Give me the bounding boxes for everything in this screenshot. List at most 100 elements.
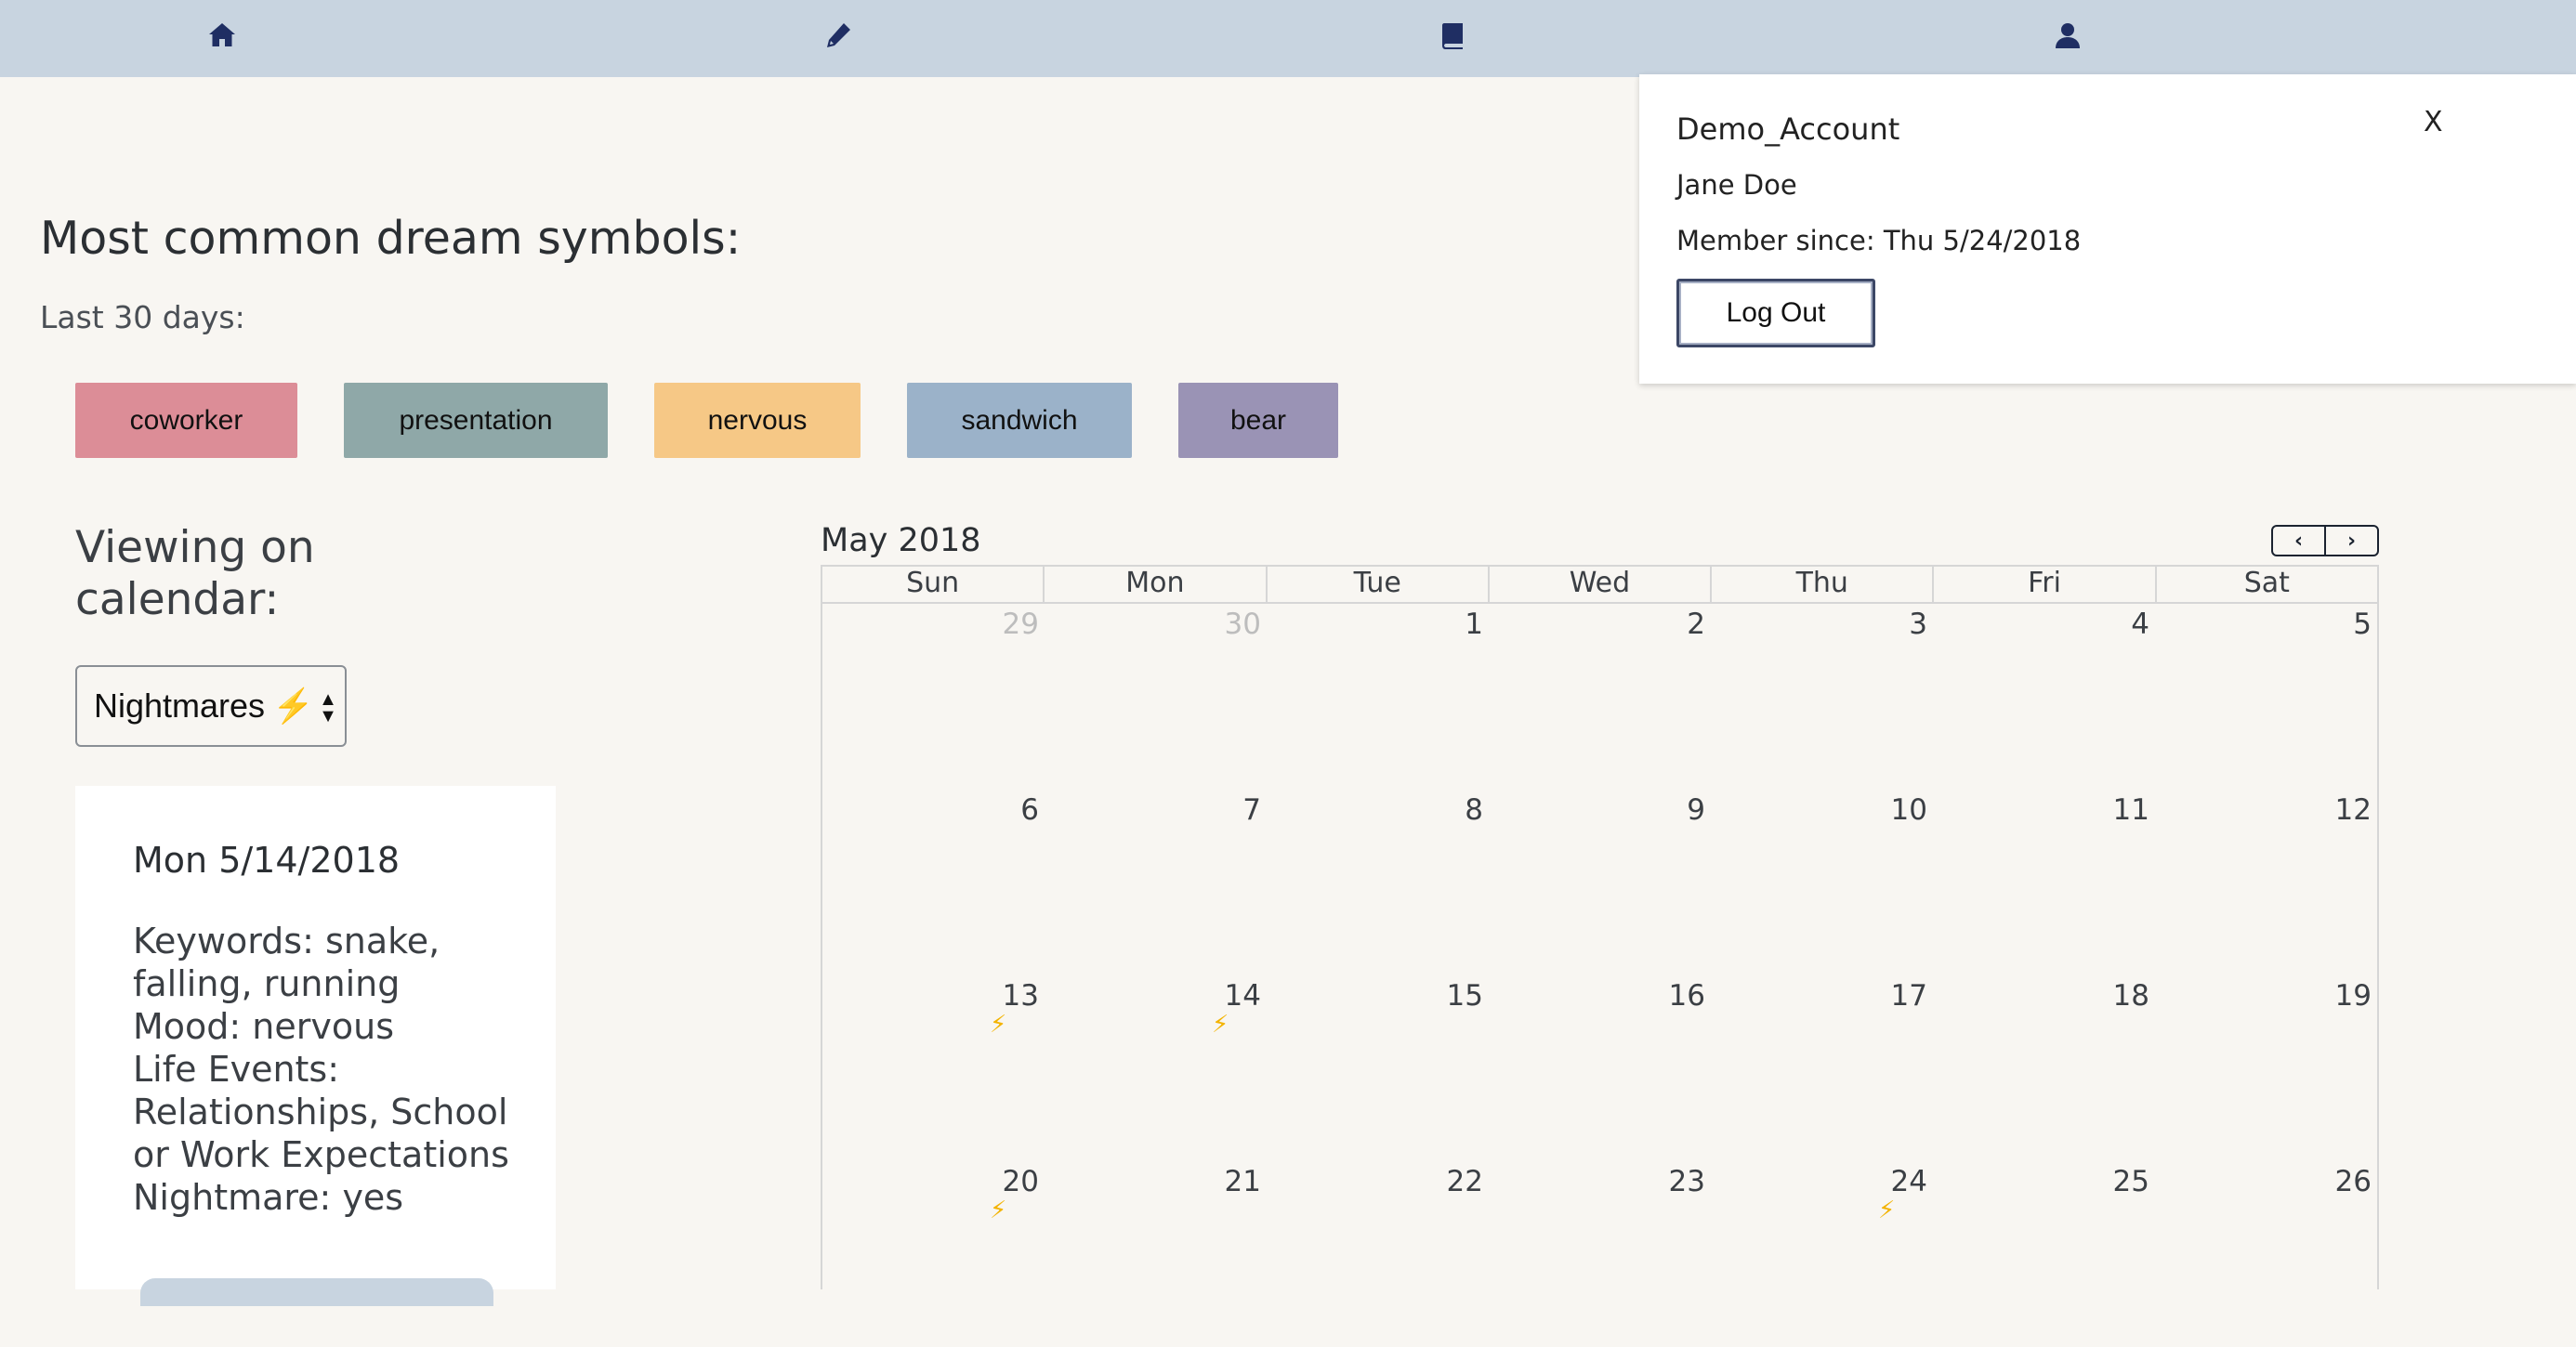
symbol-chip[interactable]: presentation bbox=[344, 383, 608, 458]
calendar-header: Sun Mon Tue Wed Thu Fri Sat bbox=[822, 565, 2377, 604]
calendar-day-of-week: Tue bbox=[1265, 567, 1488, 602]
calendar-day-number: 29 bbox=[1002, 608, 1039, 641]
calendar-day[interactable]: 7 bbox=[1045, 790, 1267, 975]
calendar-day[interactable]: 29 bbox=[822, 604, 1045, 790]
calendar-day[interactable]: 30 bbox=[1045, 604, 1267, 790]
calendar-day-number: 3 bbox=[1909, 608, 1927, 641]
calendar-day[interactable]: 26 bbox=[2155, 1161, 2377, 1347]
calendar-day-number: 6 bbox=[1020, 793, 1039, 827]
calendar-day-of-week: Fri bbox=[1932, 567, 2154, 602]
symbol-chip[interactable]: nervous bbox=[654, 383, 861, 458]
symbol-chip[interactable]: bear bbox=[1178, 383, 1338, 458]
calendar-day-of-week: Wed bbox=[1487, 567, 1710, 602]
calendar-week: 29 30 1 2 3 4 5 bbox=[822, 604, 2377, 790]
calendar-title: May 2018 bbox=[821, 522, 981, 559]
calendar-day[interactable]: 24 ⚡ bbox=[1711, 1161, 1933, 1347]
account-full-name: Jane Doe bbox=[1676, 169, 1797, 201]
calendar-day-number: 21 bbox=[1224, 1165, 1261, 1198]
calendar-prev-button[interactable]: ‹ bbox=[2273, 527, 2324, 555]
dream-detail-action-button[interactable] bbox=[140, 1278, 493, 1306]
calendar-day-number: 13 bbox=[1002, 979, 1039, 1013]
calendar-day-number: 7 bbox=[1242, 793, 1261, 827]
calendar-day[interactable]: 2 bbox=[1489, 604, 1711, 790]
dream-detail-body: Keywords: snake, falling, running Mood: … bbox=[133, 920, 523, 1219]
calendar-day[interactable]: 23 bbox=[1489, 1161, 1711, 1347]
logout-button[interactable]: Log Out bbox=[1676, 279, 1875, 347]
dream-detail-life-events: Life Events: Relationships, School or Wo… bbox=[133, 1049, 509, 1175]
account-popup: Demo_Account X Jane Doe Member since: Th… bbox=[1639, 74, 2576, 384]
calendar-day-number: 26 bbox=[2334, 1165, 2372, 1198]
calendar-day[interactable]: 18 bbox=[1933, 975, 2155, 1161]
calendar-day[interactable]: 4 bbox=[1933, 604, 2155, 790]
calendar-filter-label: Viewing on calendar: bbox=[75, 522, 315, 625]
calendar-day-number: 19 bbox=[2334, 979, 2372, 1013]
calendar-week: 13 ⚡ 14 ⚡ 15 16 17 18 19 bbox=[822, 975, 2377, 1161]
book-icon bbox=[1442, 23, 1463, 49]
nightmare-lightning-icon[interactable]: ⚡ bbox=[1878, 1197, 1895, 1224]
calendar-next-button[interactable]: › bbox=[2324, 527, 2377, 555]
calendar-day[interactable]: 20 ⚡ bbox=[822, 1161, 1045, 1347]
calendar-day[interactable]: 17 bbox=[1711, 975, 1933, 1161]
nav-home[interactable] bbox=[204, 17, 241, 54]
symbol-chip[interactable]: sandwich bbox=[907, 383, 1132, 458]
calendar-weeks: 29 30 1 2 3 4 5 6 7 8 9 10 11 12 13 ⚡ 14 ⚡ 15 16 17 18 19 20 ⚡ 21… bbox=[822, 604, 2377, 1347]
calendar-day[interactable]: 15 bbox=[1267, 975, 1489, 1161]
symbol-chip-label: bear bbox=[1229, 404, 1287, 436]
calendar-day-number: 17 bbox=[1890, 979, 1927, 1013]
calendar-week: 20 ⚡ 21 22 23 24 ⚡ 25 26 bbox=[822, 1161, 2377, 1347]
calendar-filter-select[interactable]: Nightmares ⚡ ▲ ▼ bbox=[75, 665, 347, 747]
calendar-day[interactable]: 10 bbox=[1711, 790, 1933, 975]
top-nav bbox=[0, 0, 2576, 77]
home-icon bbox=[209, 23, 235, 46]
nav-new-entry[interactable] bbox=[820, 17, 857, 54]
calendar-day[interactable]: 13 ⚡ bbox=[822, 975, 1045, 1161]
calendar-day-number: 20 bbox=[1002, 1165, 1039, 1198]
calendar-day-number: 4 bbox=[2131, 608, 2149, 641]
calendar-day-number: 25 bbox=[2112, 1165, 2149, 1198]
nav-journal[interactable] bbox=[1434, 17, 1471, 54]
calendar-day[interactable]: 5 bbox=[2155, 604, 2377, 790]
calendar-week: 6 7 8 9 10 11 12 bbox=[822, 790, 2377, 975]
symbol-chip-label: presentation bbox=[399, 404, 553, 436]
dream-detail-date: Mon 5/14/2018 bbox=[133, 840, 401, 881]
calendar-day[interactable]: 8 bbox=[1267, 790, 1489, 975]
nightmare-lightning-icon[interactable]: ⚡ bbox=[1212, 1011, 1229, 1039]
account-username: Demo_Account bbox=[1676, 111, 1900, 147]
dream-detail-nightmare: Nightmare: yes bbox=[133, 1177, 404, 1218]
calendar-day[interactable]: 6 bbox=[822, 790, 1045, 975]
calendar-day[interactable]: 3 bbox=[1711, 604, 1933, 790]
calendar-day-number: 22 bbox=[1446, 1165, 1483, 1198]
symbol-chip[interactable]: coworker bbox=[75, 383, 297, 458]
calendar-day[interactable]: 25 bbox=[1933, 1161, 2155, 1347]
calendar-day-number: 10 bbox=[1890, 793, 1927, 827]
symbols-subtitle: Last 30 days: bbox=[40, 299, 245, 335]
calendar-day[interactable]: 21 bbox=[1045, 1161, 1267, 1347]
symbol-chip-label: sandwich bbox=[961, 404, 1078, 436]
calendar-day[interactable]: 11 bbox=[1933, 790, 2155, 975]
calendar-day[interactable]: 22 bbox=[1267, 1161, 1489, 1347]
calendar-day-number: 9 bbox=[1687, 793, 1705, 827]
calendar-day[interactable]: 16 bbox=[1489, 975, 1711, 1161]
dream-detail-mood: Mood: nervous bbox=[133, 1006, 394, 1047]
calendar-day-number: 2 bbox=[1687, 608, 1705, 641]
calendar-day-of-week: Thu bbox=[1710, 567, 1932, 602]
calendar-day[interactable]: 14 ⚡ bbox=[1045, 975, 1267, 1161]
calendar-day[interactable]: 12 bbox=[2155, 790, 2377, 975]
calendar-day-of-week: Mon bbox=[1043, 567, 1265, 602]
account-member-since: Member since: Thu 5/24/2018 bbox=[1676, 225, 2082, 256]
calendar-day-number: 24 bbox=[1890, 1165, 1927, 1198]
calendar-day[interactable]: 1 bbox=[1267, 604, 1489, 790]
close-button[interactable]: X bbox=[2424, 106, 2443, 138]
calendar-day-number: 11 bbox=[2112, 793, 2149, 827]
select-arrows-icon: ▲ ▼ bbox=[319, 689, 337, 726]
nav-profile[interactable] bbox=[2049, 17, 2086, 54]
symbol-chip-label: coworker bbox=[129, 404, 243, 436]
calendar-day-of-week: Sun bbox=[906, 567, 960, 599]
calendar-day[interactable]: 19 bbox=[2155, 975, 2377, 1161]
calendar-day[interactable]: 9 bbox=[1489, 790, 1711, 975]
symbol-chip-label: nervous bbox=[707, 404, 808, 436]
nightmare-lightning-icon[interactable]: ⚡ bbox=[990, 1011, 1006, 1039]
calendar-day-number: 14 bbox=[1224, 979, 1261, 1013]
nightmare-lightning-icon[interactable]: ⚡ bbox=[990, 1197, 1006, 1224]
calendar-day-number: 15 bbox=[1446, 979, 1483, 1013]
